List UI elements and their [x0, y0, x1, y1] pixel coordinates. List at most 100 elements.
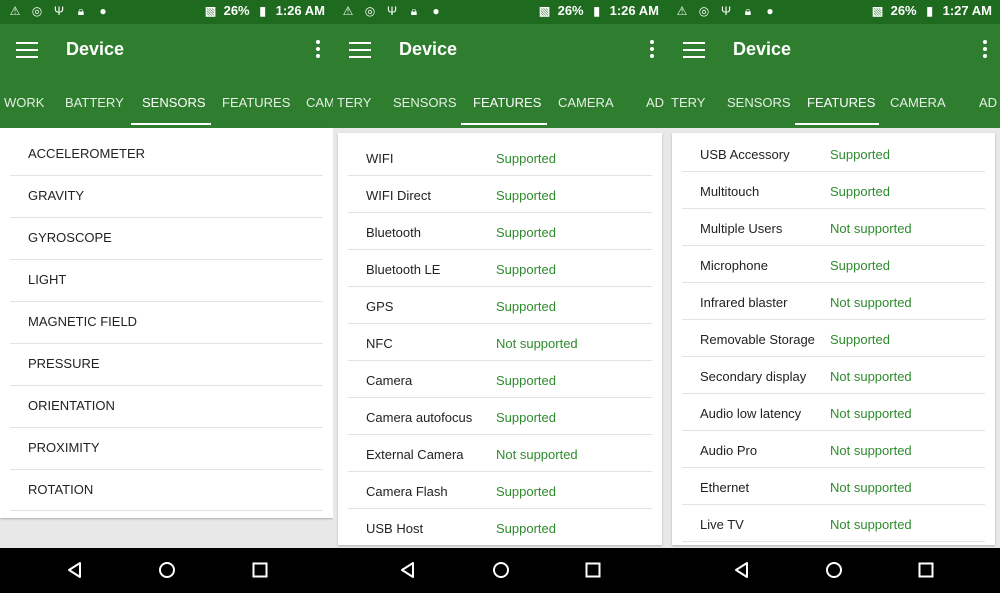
- clock: 1:27 AM: [942, 3, 992, 18]
- list-item[interactable]: PROXIMITY: [10, 428, 323, 470]
- feature-name: Live TV: [700, 517, 744, 532]
- back-icon[interactable]: [733, 561, 751, 579]
- list-item[interactable]: External Camera Not supported: [348, 435, 652, 472]
- list-item[interactable]: Multiple Users Not supported: [682, 209, 985, 246]
- feature-status: Supported: [496, 262, 556, 277]
- back-icon[interactable]: [399, 561, 417, 579]
- feature-list: USB Accessory Supported Multitouch Support…: [672, 133, 995, 545]
- recents-icon[interactable]: [584, 561, 602, 579]
- back-icon[interactable]: [66, 561, 84, 579]
- tab-sensors[interactable]: SENSORS: [727, 95, 791, 110]
- tab-features[interactable]: FEATURES: [473, 95, 541, 110]
- feature-name: NFC: [366, 336, 393, 351]
- tab-sensors[interactable]: SENSORS: [393, 95, 457, 110]
- screen-features-2: ⚠ ◎ Ψ 🔒︎ ● ▧ 26% ▮ 1:27 AM Device TERY S…: [667, 0, 1000, 548]
- status-bar: ⚠ ◎ Ψ 🔒︎ ● ▧ 26% ▮ 1:27 AM: [667, 0, 1000, 24]
- feature-status: Supported: [496, 410, 556, 425]
- feature-status: Not supported: [830, 406, 912, 421]
- feature-name: Infrared blaster: [700, 295, 788, 310]
- tab-camera[interactable]: CAMERA: [558, 95, 614, 110]
- tab-battery[interactable]: TERY: [671, 95, 705, 110]
- tab-additional[interactable]: AD: [646, 95, 664, 110]
- feature-name: USB Host: [366, 521, 424, 536]
- usb-icon: Ψ: [53, 4, 65, 18]
- tab-battery[interactable]: BATTERY: [65, 95, 124, 110]
- sensor-list: ACCELEROMETER GRAVITY GYROSCOPE LIGHT MA…: [0, 128, 333, 518]
- battery-charging-icon: ▮: [593, 3, 600, 18]
- list-item[interactable]: Audio Pro Not supported: [682, 431, 985, 468]
- feature-status: Not supported: [830, 443, 912, 458]
- feature-name: Removable Storage: [700, 332, 815, 347]
- recents-icon[interactable]: [251, 561, 269, 579]
- feature-status: Supported: [496, 521, 556, 536]
- sensor-name: ACCELEROMETER: [28, 146, 146, 161]
- app-bar: Device: [333, 24, 667, 76]
- tab-camera[interactable]: CAMERA: [890, 95, 946, 110]
- battery-percent: 26%: [223, 3, 250, 18]
- list-item[interactable]: USB Host Supported: [348, 509, 652, 545]
- lock-icon: 🔒︎: [410, 4, 418, 18]
- no-sim-icon: ▧: [871, 3, 884, 18]
- more-options-icon[interactable]: [315, 38, 321, 62]
- list-item[interactable]: ROTATION: [10, 470, 323, 511]
- menu-icon[interactable]: [683, 37, 705, 63]
- list-item[interactable]: ORIENTATION: [10, 386, 323, 428]
- list-item[interactable]: ACCELEROMETER: [10, 134, 323, 176]
- list-item[interactable]: NFC Not supported: [348, 324, 652, 361]
- app-title: Device: [66, 39, 125, 59]
- list-item[interactable]: GPS Supported: [348, 287, 652, 324]
- list-item[interactable]: Bluetooth Supported: [348, 213, 652, 250]
- android-icon: ●: [432, 4, 440, 18]
- list-item[interactable]: USB Accessory Supported: [682, 135, 985, 172]
- list-item[interactable]: Camera Supported: [348, 361, 652, 398]
- menu-icon[interactable]: [16, 37, 38, 63]
- list-item[interactable]: GRAVITY: [10, 176, 323, 218]
- list-item[interactable]: Microphone Supported: [682, 246, 985, 283]
- list-item[interactable]: Bluetooth LE Supported: [348, 250, 652, 287]
- feature-status: Not supported: [830, 517, 912, 532]
- tab-indicator: [461, 123, 547, 125]
- list-item[interactable]: Camera autofocus Supported: [348, 398, 652, 435]
- list-item[interactable]: Live TV Not supported: [682, 505, 985, 542]
- warning-icon: ⚠: [342, 4, 354, 18]
- more-options-icon[interactable]: [649, 38, 655, 62]
- tab-features[interactable]: FEATURES: [222, 95, 290, 110]
- list-item[interactable]: Secondary display Not supported: [682, 357, 985, 394]
- tab-work[interactable]: WORK: [4, 95, 44, 110]
- list-item[interactable]: Multitouch Supported: [682, 172, 985, 209]
- feature-name: Bluetooth: [366, 225, 421, 240]
- tab-features[interactable]: FEATURES: [807, 95, 875, 110]
- feature-name: GPS: [366, 299, 394, 314]
- tab-indicator: [795, 123, 879, 125]
- home-icon[interactable]: [825, 561, 843, 579]
- home-icon[interactable]: [492, 561, 510, 579]
- list-item[interactable]: Audio low latency Not supported: [682, 394, 985, 431]
- list-item[interactable]: GYROSCOPE: [10, 218, 323, 260]
- feature-name: Camera autofocus: [366, 410, 473, 425]
- status-bar: ⚠ ◎ Ψ 🔒︎ ● ▧ 26% ▮ 1:26 AM: [333, 0, 667, 24]
- sensor-name: MAGNETIC FIELD: [28, 314, 138, 329]
- recents-icon[interactable]: [917, 561, 935, 579]
- tab-camera[interactable]: CAM: [306, 95, 333, 110]
- tab-battery[interactable]: TERY: [337, 95, 371, 110]
- list-item[interactable]: PRESSURE: [10, 344, 323, 386]
- sensor-name: LIGHT: [28, 272, 67, 287]
- list-item[interactable]: LIGHT: [10, 260, 323, 302]
- no-sim-icon: ▧: [538, 3, 551, 18]
- more-options-icon[interactable]: [982, 38, 988, 62]
- list-item[interactable]: WIFI Supported: [348, 139, 652, 176]
- sensor-name: GRAVITY: [28, 188, 85, 203]
- feature-status: Supported: [830, 332, 890, 347]
- home-icon[interactable]: [158, 561, 176, 579]
- battery-charging-icon: ▮: [259, 3, 266, 18]
- list-item[interactable]: Ethernet Not supported: [682, 468, 985, 505]
- feature-name: Audio low latency: [700, 406, 802, 421]
- list-item[interactable]: Removable Storage Supported: [682, 320, 985, 357]
- list-item[interactable]: Camera Flash Supported: [348, 472, 652, 509]
- tab-additional[interactable]: AD: [979, 95, 997, 110]
- menu-icon[interactable]: [349, 37, 371, 63]
- list-item[interactable]: WIFI Direct Supported: [348, 176, 652, 213]
- list-item[interactable]: Infrared blaster Not supported: [682, 283, 985, 320]
- tab-sensors[interactable]: SENSORS: [142, 95, 206, 110]
- list-item[interactable]: MAGNETIC FIELD: [10, 302, 323, 344]
